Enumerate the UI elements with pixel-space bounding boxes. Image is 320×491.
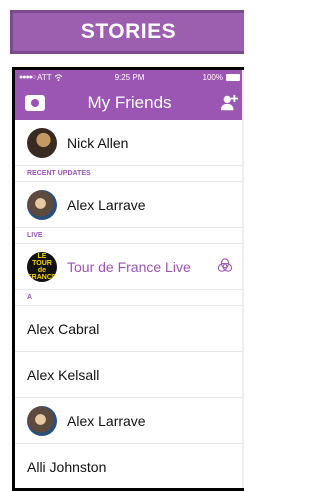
section-a: A (15, 290, 244, 306)
friend-name: Alex Larrave (67, 412, 146, 429)
friend-row-recent[interactable]: Alex Larrave (15, 182, 244, 228)
friend-row[interactable]: Alex Cabral (15, 306, 244, 352)
add-friend-icon[interactable] (220, 94, 238, 112)
camera-icon[interactable] (25, 95, 45, 111)
avatar (27, 127, 57, 158)
scroll-edge (242, 70, 244, 488)
stories-banner: STORIES (10, 10, 244, 54)
friend-name: Alex Cabral (27, 320, 100, 337)
battery-icon (226, 74, 240, 81)
friend-name: Alex Larrave (67, 196, 146, 213)
status-bar: ●●●●○ ATT 9:25 PM 100% (15, 70, 244, 86)
friend-row-nick-allen[interactable]: Nick Allen (15, 120, 244, 166)
stories-banner-label: STORIES (80, 20, 177, 43)
avatar (27, 405, 57, 436)
friend-row[interactable]: Alex Larrave (15, 398, 244, 444)
friend-name: Alex Kelsall (27, 366, 100, 383)
loading-icon (217, 258, 233, 272)
tour-de-france-logo-icon: LE TOUR de FRANCE (27, 251, 57, 282)
section-live: LIVE (15, 228, 244, 244)
friend-row[interactable]: Alli Johnston (15, 444, 244, 488)
section-recent-updates: RECENT UPDATES (15, 166, 244, 182)
battery-percent: 100% (202, 73, 223, 82)
battery-group: 100% (203, 73, 240, 82)
live-story-name: Tour de France Live (67, 258, 191, 275)
friend-row[interactable]: Alex Kelsall (15, 352, 244, 398)
phone-frame: ●●●●○ ATT 9:25 PM 100% My Friends Nick A… (12, 67, 244, 491)
live-story-row[interactable]: LE TOUR de FRANCE Tour de France Live (15, 244, 244, 290)
nav-title: My Friends (87, 93, 172, 112)
friend-name: Nick Allen (67, 134, 129, 151)
nav-bar: My Friends (15, 86, 244, 120)
friends-screen: ●●●●○ ATT 9:25 PM 100% My Friends Nick A… (15, 70, 244, 488)
friends-list: Nick Allen RECENT UPDATES Alex Larrave L… (15, 120, 244, 488)
friend-name: Alli Johnston (27, 458, 107, 475)
avatar (27, 189, 57, 220)
